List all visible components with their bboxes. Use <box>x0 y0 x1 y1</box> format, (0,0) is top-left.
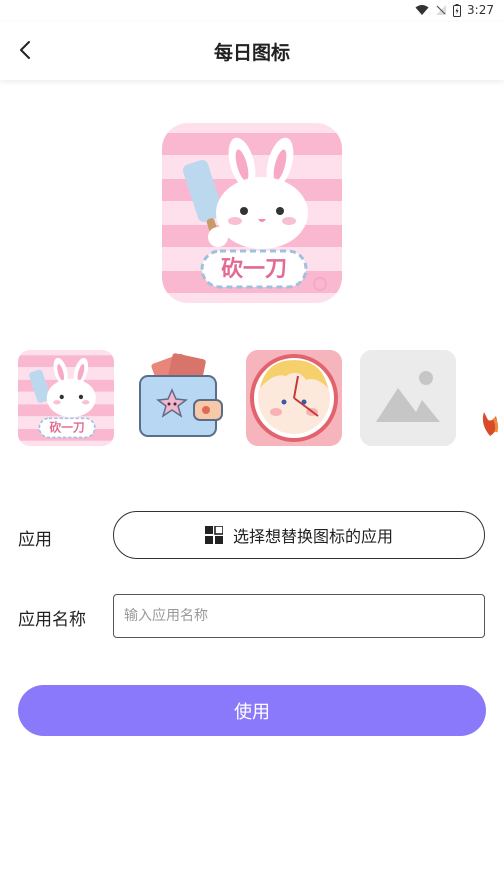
status-icons: 3:27 <box>415 3 494 17</box>
select-app-button-label: 选择想替换图标的应用 <box>232 527 393 546</box>
app-header: 每日图标 <box>0 22 504 80</box>
status-time: 3:27 <box>467 3 494 17</box>
thumbnail-bunny-knife[interactable]: 砍一刀 <box>18 350 114 446</box>
clock-icon <box>246 350 342 446</box>
thumbnail-partial[interactable] <box>474 350 504 446</box>
grid-app-icon <box>204 526 223 544</box>
bunny-knife-icon: 砍一刀 <box>18 350 114 446</box>
bunny-knife-icon: 砍一刀 <box>162 123 342 303</box>
page-title: 每日图标 <box>213 42 290 64</box>
wifi-icon <box>415 5 429 15</box>
app-name-input[interactable] <box>113 594 485 638</box>
app-label: 应用 <box>18 530 52 550</box>
use-button[interactable]: 使用 <box>18 685 486 736</box>
status-bar: 3:27 <box>0 0 504 22</box>
flame-icon <box>482 412 499 436</box>
preview-badge-text: 砍一刀 <box>221 256 287 282</box>
select-app-button[interactable]: 选择想替换图标的应用 <box>113 511 485 559</box>
icon-preview: 砍一刀 <box>162 123 342 303</box>
thumbnail-badge-text: 砍一刀 <box>49 421 84 435</box>
icon-thumbnails: 砍一刀 <box>0 350 504 446</box>
no-signal-icon <box>436 5 447 15</box>
use-button-label: 使用 <box>234 701 270 723</box>
thumbnail-wallet-star[interactable] <box>132 350 228 446</box>
thumbnail-image-placeholder[interactable] <box>360 350 456 446</box>
battery-icon <box>453 3 462 17</box>
wallet-icon <box>132 350 228 446</box>
image-placeholder-icon <box>360 350 456 446</box>
app-name-label: 应用名称 <box>18 610 86 630</box>
thumbnail-clock-face[interactable] <box>246 350 342 446</box>
